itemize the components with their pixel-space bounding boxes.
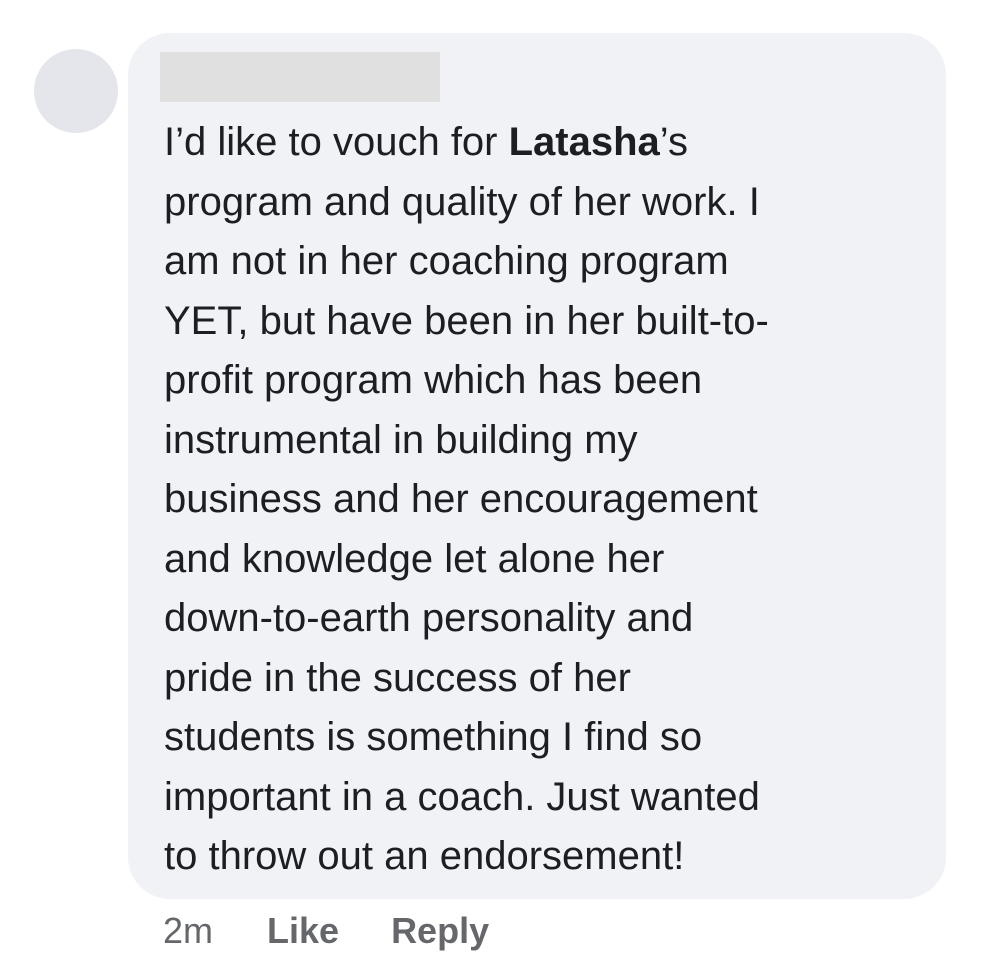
comment-line: students is something I find so [164,715,703,759]
comment-line: to throw out an endorsement! [164,834,685,878]
comment-line: program and quality of her work. I [164,179,760,224]
comment-line: instrumental in building my [164,417,638,462]
comment-timestamp[interactable]: 2m [163,910,213,952]
like-button[interactable]: Like [267,910,339,952]
comment-line: down-to-earth personality and [164,596,694,640]
commenter-avatar[interactable] [34,49,118,133]
comment-line: YET, but have been in her built-to- [164,298,769,343]
reply-button[interactable]: Reply [391,910,489,952]
comment-text: I’d like to vouch for Latasha’s program … [164,113,924,887]
comment-line: I’d like to vouch for Latasha’s [164,120,688,164]
mention-latasha[interactable]: Latasha [509,120,660,164]
comment-line: pride in the success of her [164,655,631,700]
comment-line: and knowledge let alone her [164,536,665,581]
comment-line: important in a coach. Just wanted [164,774,760,819]
comment-bubble: I’d like to vouch for Latasha’s program … [128,33,946,899]
comment-line: am not in her coaching program [164,239,729,283]
commenter-name-redacted[interactable] [160,52,440,102]
comment-line: business and her encouragement [164,477,758,521]
comment-line: profit program which has been [164,358,703,402]
comment-actions: 2m Like Reply [163,908,541,954]
